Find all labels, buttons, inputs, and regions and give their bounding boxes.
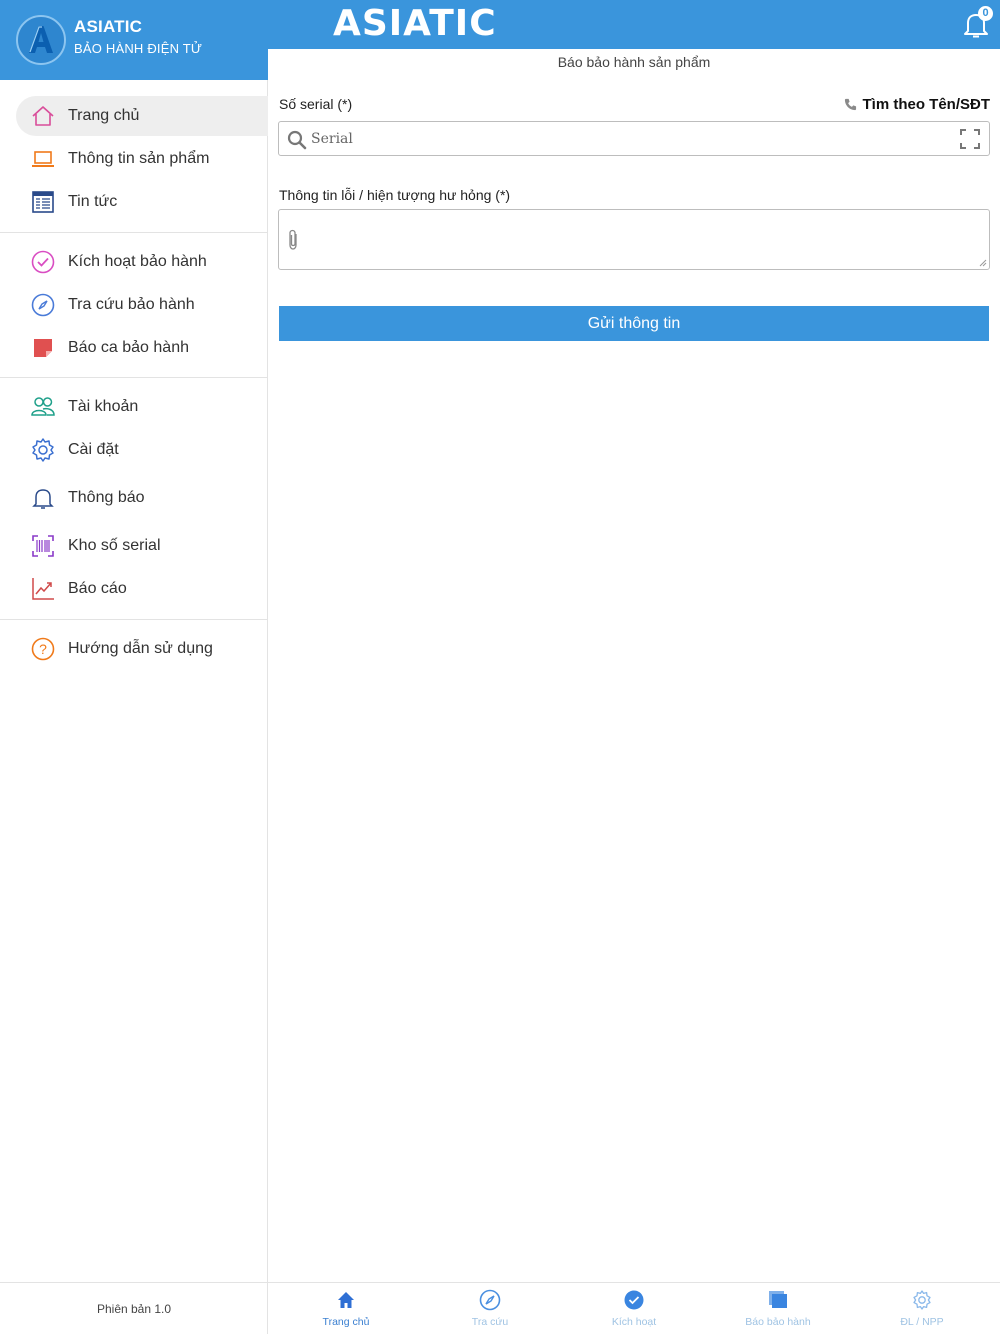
tab-distributor[interactable]: ĐL / NPP: [849, 1283, 995, 1334]
sidebar-item-lookup-warranty[interactable]: Tra cứu bảo hành: [16, 285, 268, 325]
copy-icon: [769, 1291, 787, 1308]
search-by-name-phone-link[interactable]: Tìm theo Tên/SĐT: [844, 96, 991, 113]
top-bar: ASIATIC 0: [268, 0, 1000, 49]
sidebar-item-label: Tra cứu bảo hành: [68, 296, 195, 313]
note-icon: [30, 335, 56, 361]
brand-name: ASIATIC: [74, 17, 143, 36]
submit-button[interactable]: Gửi thông tin: [279, 306, 989, 341]
sidebar-item-notifications[interactable]: Thông báo: [16, 478, 268, 518]
sidebar-item-account[interactable]: Tài khoản: [16, 387, 268, 427]
home-icon: [30, 103, 56, 129]
brand-subtitle: BẢO HÀNH ĐIỆN TỬ: [74, 41, 203, 56]
tab-label: Tra cứu: [471, 1316, 509, 1328]
chart-icon: [30, 576, 56, 602]
serial-input[interactable]: [311, 128, 931, 150]
gear-icon: [30, 437, 56, 463]
scan-icon[interactable]: [959, 128, 981, 150]
error-description-input[interactable]: [309, 216, 979, 264]
tab-label: Báo bảo hành: [745, 1316, 811, 1328]
sidebar-item-label: Tài khoản: [68, 398, 139, 415]
sidebar-item-label: Thông báo: [68, 489, 145, 506]
resize-handle-icon[interactable]: [979, 259, 987, 267]
help-icon: ?: [30, 636, 56, 662]
sidebar-item-label: Hướng dẫn sử dụng: [68, 640, 213, 657]
sidebar-item-label: Báo ca bảo hành: [68, 339, 189, 356]
tab-home[interactable]: Trang chủ: [273, 1283, 419, 1334]
sidebar-item-home[interactable]: Trang chủ: [16, 96, 268, 136]
laptop-icon: [30, 146, 56, 172]
notification-badge: 0: [978, 6, 993, 21]
sidebar-item-label: Trang chủ: [68, 107, 140, 124]
sidebar-item-label: Kho số serial: [68, 537, 161, 554]
sidebar-item-label: Kích hoạt bảo hành: [68, 253, 207, 270]
phone-icon: [844, 98, 856, 111]
app-title: ASIATIC: [333, 3, 497, 44]
search-by-label: Tìm theo Tên/SĐT: [862, 96, 991, 113]
sidebar-item-report-warranty[interactable]: Báo ca bảo hành: [16, 328, 268, 368]
check-circle-icon: [30, 249, 56, 275]
serial-label: Số serial (*): [279, 96, 353, 112]
sidebar-item-settings[interactable]: Cài đặt: [16, 430, 268, 470]
sidebar-item-label: Cài đặt: [68, 441, 119, 458]
users-icon: [30, 394, 56, 420]
compass-icon: [30, 292, 56, 318]
news-icon: [30, 189, 56, 215]
divider: [0, 619, 268, 620]
tab-label: Kích hoạt: [611, 1316, 657, 1328]
gear-icon: [913, 1290, 931, 1310]
sidebar-item-label: Báo cáo: [68, 580, 127, 597]
error-description-label: Thông tin lỗi / hiện tượng hư hỏng (*): [279, 187, 511, 203]
brand-logo: [16, 15, 66, 65]
tab-report-warranty[interactable]: Báo bảo hành: [705, 1283, 851, 1334]
compass-icon: [479, 1289, 501, 1311]
search-icon: [287, 130, 307, 150]
barcode-icon: [30, 533, 56, 559]
sidebar-item-news[interactable]: Tin tức: [16, 182, 268, 222]
sidebar-item-activate-warranty[interactable]: Kích hoạt bảo hành: [16, 242, 268, 282]
check-circle-icon: [624, 1290, 644, 1310]
tab-label: Trang chủ: [322, 1316, 370, 1328]
svg-text:?: ?: [39, 641, 47, 657]
app-version: Phiên bản 1.0: [0, 1282, 268, 1334]
sidebar-item-label: Tin tức: [68, 193, 118, 210]
home-icon: [338, 1292, 354, 1308]
sidebar-item-user-guide[interactable]: ? Hướng dẫn sử dụng: [16, 629, 268, 669]
sidebar: ASIATIC BẢO HÀNH ĐIỆN TỬ Trang chủ Thông…: [0, 0, 268, 1334]
sidebar-header: ASIATIC BẢO HÀNH ĐIỆN TỬ: [0, 0, 268, 80]
error-description-field[interactable]: [278, 209, 990, 270]
sidebar-item-label: Thông tin sản phẩm: [68, 150, 210, 167]
serial-field[interactable]: [278, 121, 990, 156]
bottom-tab-bar: Trang chủ Tra cứu Kích hoạt Báo bảo hành…: [268, 1282, 1000, 1334]
divider: [0, 377, 268, 378]
tab-label: ĐL / NPP: [900, 1316, 944, 1328]
sidebar-item-serial-store[interactable]: Kho số serial: [16, 526, 268, 566]
tab-activate[interactable]: Kích hoạt: [561, 1283, 707, 1334]
page-title: Báo bảo hành sản phẩm: [557, 54, 711, 70]
bell-icon: [30, 485, 56, 511]
sidebar-item-reports[interactable]: Báo cáo: [16, 569, 268, 609]
divider: [0, 232, 268, 233]
attachment-icon[interactable]: [285, 228, 301, 252]
sidebar-item-product-info[interactable]: Thông tin sản phẩm: [16, 139, 268, 179]
tab-lookup[interactable]: Tra cứu: [417, 1283, 563, 1334]
